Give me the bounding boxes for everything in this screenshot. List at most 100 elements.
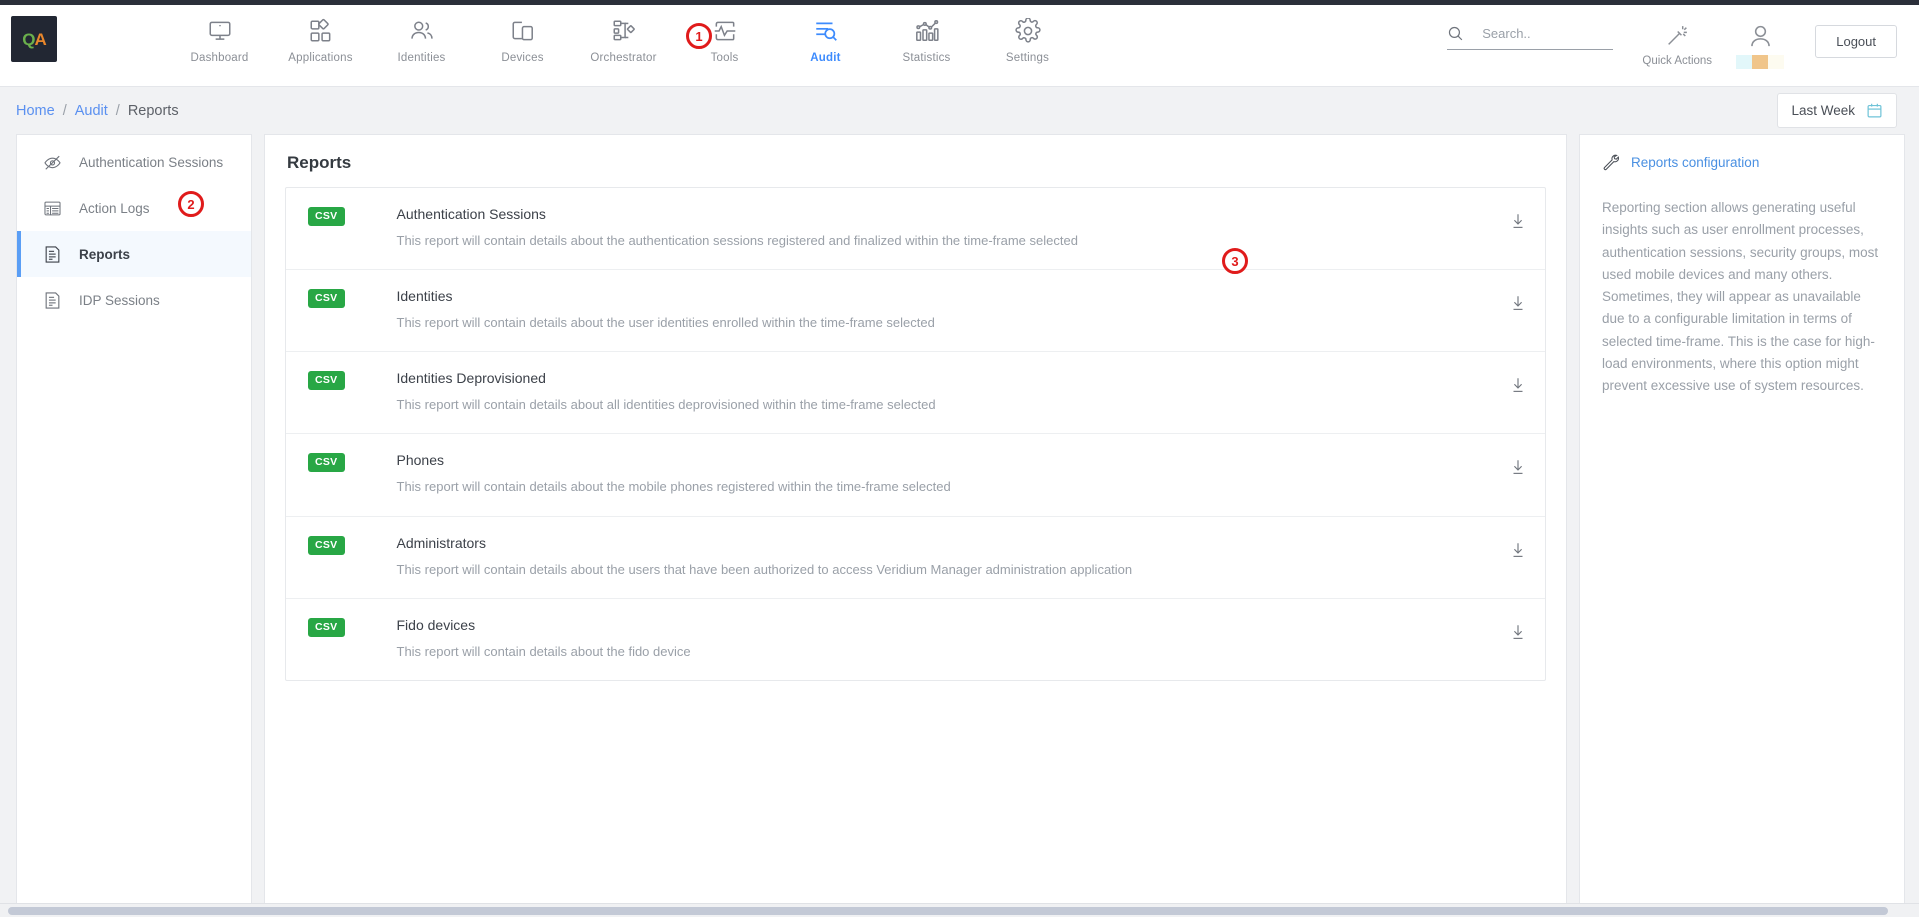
nav-item-identities[interactable]: Identities bbox=[371, 16, 472, 64]
report-texts: Administrators This report will contain … bbox=[397, 535, 1227, 580]
page-title: Reports bbox=[287, 153, 1546, 173]
format-badge: CSV bbox=[308, 618, 345, 637]
devices-icon bbox=[510, 16, 536, 46]
sidebar-item-idp-sessions[interactable]: IDP Sessions bbox=[17, 277, 251, 323]
nav-label: Audit bbox=[810, 52, 840, 64]
search-input[interactable] bbox=[1480, 25, 1600, 42]
audit-search-icon bbox=[813, 16, 839, 46]
download-button[interactable] bbox=[1509, 617, 1527, 641]
app-logo[interactable]: QA bbox=[11, 16, 57, 62]
logo-text: QA bbox=[22, 31, 46, 48]
sidebar-item-authentication-sessions[interactable]: Authentication Sessions bbox=[17, 139, 251, 185]
nav-item-devices[interactable]: Devices bbox=[472, 16, 573, 64]
page-body: Authentication Sessions Action Logs bbox=[0, 134, 1919, 917]
nav-item-audit[interactable]: Audit bbox=[775, 16, 876, 64]
header-right-actions: Quick Actions Logout bbox=[1447, 5, 1919, 69]
download-button[interactable] bbox=[1509, 288, 1527, 312]
swatch-3 bbox=[1768, 55, 1784, 69]
nav-label: Orchestrator bbox=[590, 52, 656, 64]
info-panel-header: Reports configuration bbox=[1602, 153, 1882, 171]
nav-item-orchestrator[interactable]: Orchestrator bbox=[573, 16, 674, 64]
annotation-badge-3: 3 bbox=[1222, 248, 1248, 274]
nav-label: Dashboard bbox=[190, 52, 248, 64]
report-document-icon bbox=[43, 245, 62, 264]
avatar[interactable] bbox=[1719, 21, 1801, 69]
orchestrator-icon bbox=[611, 16, 637, 46]
nav-item-settings[interactable]: Settings bbox=[977, 16, 1078, 64]
info-panel-body: Reporting section allows generating usef… bbox=[1602, 197, 1882, 397]
logo-letter-a: A bbox=[34, 30, 45, 49]
report-description: This report will contain details about t… bbox=[397, 642, 1227, 662]
breadcrumb-separator: / bbox=[116, 103, 120, 119]
reports-list: CSV Authentication Sessions This report … bbox=[285, 187, 1546, 681]
format-badge: CSV bbox=[308, 289, 345, 308]
breadcrumb-audit[interactable]: Audit bbox=[75, 103, 108, 119]
report-texts: Fido devices This report will contain de… bbox=[397, 617, 1227, 662]
download-button[interactable] bbox=[1509, 206, 1527, 230]
download-button[interactable] bbox=[1509, 370, 1527, 394]
wrench-icon bbox=[1602, 153, 1620, 171]
format-badge: CSV bbox=[308, 536, 345, 555]
nav-item-applications[interactable]: Applications bbox=[270, 16, 371, 64]
date-range-picker[interactable]: Last Week bbox=[1777, 93, 1897, 128]
report-texts: Authentication Sessions This report will… bbox=[397, 206, 1227, 251]
info-panel-title[interactable]: Reports configuration bbox=[1631, 155, 1759, 170]
breadcrumb-reports: Reports bbox=[128, 103, 179, 119]
sidebar-item-label: Reports bbox=[79, 247, 130, 262]
nav-label: Tools bbox=[711, 52, 739, 64]
sidebar-item-label: Action Logs bbox=[79, 201, 150, 216]
report-row: CSV Fido devices This report will contai… bbox=[286, 599, 1545, 680]
report-description: This report will contain details about t… bbox=[397, 313, 1227, 333]
reports-panel: Reports CSV Authentication Sessions This… bbox=[264, 134, 1567, 917]
annotation-badge-1: 1 bbox=[686, 23, 712, 49]
breadcrumb-home[interactable]: Home bbox=[16, 103, 55, 119]
main-navigation: Dashboard Applications bbox=[169, 5, 1078, 64]
format-badge: CSV bbox=[308, 371, 345, 390]
nav-label: Devices bbox=[501, 52, 543, 64]
report-row: CSV Phones This report will contain deta… bbox=[286, 434, 1545, 516]
nav-item-statistics[interactable]: Statistics bbox=[876, 16, 977, 64]
report-description: This report will contain details about t… bbox=[397, 560, 1227, 580]
report-row: CSV Administrators This report will cont… bbox=[286, 517, 1545, 599]
apps-grid-icon bbox=[308, 16, 334, 46]
gear-icon bbox=[1015, 16, 1041, 46]
nav-label: Statistics bbox=[902, 52, 950, 64]
sidebar-item-action-logs[interactable]: Action Logs bbox=[17, 185, 251, 231]
sidebar-item-label: IDP Sessions bbox=[79, 293, 160, 308]
logs-icon bbox=[43, 199, 62, 218]
horizontal-scrollbar[interactable] bbox=[0, 903, 1919, 917]
report-description: This report will contain details about t… bbox=[397, 477, 1227, 497]
report-texts: Phones This report will contain details … bbox=[397, 452, 1227, 497]
report-name: Phones bbox=[397, 452, 1227, 468]
report-texts: Identities This report will contain deta… bbox=[397, 288, 1227, 333]
sidebar-item-label: Authentication Sessions bbox=[79, 155, 223, 170]
logout-button[interactable]: Logout bbox=[1815, 25, 1897, 58]
date-range-label: Last Week bbox=[1791, 103, 1855, 118]
nav-item-dashboard[interactable]: Dashboard bbox=[169, 16, 270, 64]
nav-label: Settings bbox=[1006, 52, 1049, 64]
swatch-1 bbox=[1736, 55, 1752, 69]
info-panel: Reports configuration Reporting section … bbox=[1579, 134, 1905, 917]
annotation-badge-2: 2 bbox=[178, 191, 204, 217]
download-button[interactable] bbox=[1509, 452, 1527, 476]
swatch-2 bbox=[1752, 55, 1768, 69]
statistics-chart-icon bbox=[914, 16, 940, 46]
download-button[interactable] bbox=[1509, 535, 1527, 559]
scrollbar-thumb[interactable] bbox=[8, 907, 1888, 915]
eye-slash-icon bbox=[43, 153, 62, 172]
report-description: This report will contain details about a… bbox=[397, 395, 1227, 415]
quick-actions-button[interactable]: Quick Actions bbox=[1635, 21, 1719, 67]
report-row: CSV Identities This report will contain … bbox=[286, 270, 1545, 352]
report-description: This report will contain details about t… bbox=[397, 231, 1227, 251]
logo-letter-q: Q bbox=[22, 30, 34, 49]
report-document-icon bbox=[43, 291, 62, 310]
monitor-icon bbox=[207, 16, 233, 46]
search-box[interactable] bbox=[1447, 25, 1613, 50]
report-row: CSV Identities Deprovisioned This report… bbox=[286, 352, 1545, 434]
quick-actions-label: Quick Actions bbox=[1642, 55, 1712, 67]
sidebar-item-reports[interactable]: Reports bbox=[17, 231, 251, 277]
tools-pulse-icon bbox=[712, 16, 738, 46]
app-window: QA Dashboard bbox=[0, 0, 1919, 917]
breadcrumb-separator: / bbox=[63, 103, 67, 119]
format-badge: CSV bbox=[308, 453, 345, 472]
